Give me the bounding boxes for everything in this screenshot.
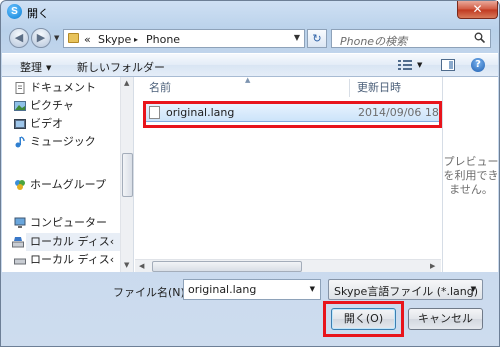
cancel-button[interactable]: キャンセル <box>408 308 483 330</box>
nav-item-label: ビデオ <box>30 117 63 130</box>
nav-item-local-disk-c[interactable]: ローカル ディス‹ <box>12 233 121 251</box>
nav-item-label: コンピューター <box>30 216 107 229</box>
nav-scrollbar[interactable]: ▲ ▼ <box>120 77 133 272</box>
command-bar: 整理 ▼ 新しいフォルダー ▼ ? <box>2 53 498 77</box>
back-button[interactable]: ◀ <box>9 28 29 48</box>
nav-item-label: ピクチャ <box>30 99 74 112</box>
breadcrumb-skype[interactable]: Skype <box>98 33 131 46</box>
preview-pane: プレビュー を利用でき ません。 <box>442 77 499 272</box>
scroll-right-arrow[interactable]: ▶ <box>430 262 435 270</box>
filename-input[interactable]: original.lang ▼ <box>183 279 321 300</box>
nav-item-label: ドキュメント <box>30 81 96 94</box>
close-button[interactable]: ✕ <box>457 1 498 19</box>
view-dropdown[interactable]: ▼ <box>417 61 422 69</box>
window-title: 開く <box>27 7 49 20</box>
preview-pane-icon[interactable] <box>441 59 455 71</box>
breadcrumb-overflow[interactable]: « <box>84 33 91 46</box>
filename-label: ファイル名(N): <box>113 286 189 299</box>
nav-item-label: ミュージック <box>30 135 96 148</box>
nav-item-homegroup[interactable]: ホームグループ <box>15 176 107 194</box>
preview-line: ません。 <box>449 183 493 196</box>
open-file-dialog: S 開く ✕ ◀ ▶ ▼ « Skype ▸ Phone ▼ ↻ Phoneの検… <box>0 0 500 347</box>
homegroup-icon <box>15 180 25 190</box>
filetype-select[interactable]: Skype言語ファイル (*.lang) ▼ <box>328 279 483 300</box>
nav-scroll-thumb[interactable] <box>122 153 133 197</box>
nav-item-videos[interactable]: ビデオ <box>14 115 63 133</box>
organize-label: 整理 <box>20 61 42 74</box>
view-options-icon[interactable] <box>398 59 412 71</box>
scroll-down-arrow[interactable]: ▼ <box>124 261 129 269</box>
scroll-up-arrow[interactable]: ▲ <box>124 79 129 87</box>
forward-button[interactable]: ▶ <box>31 28 51 48</box>
preview-message: プレビュー を利用でき ません。 <box>443 155 499 197</box>
nav-item-documents[interactable]: ドキュメント <box>15 79 96 97</box>
column-header-modified[interactable]: 更新日時 <box>357 77 401 99</box>
search-box[interactable]: Phoneの検索 <box>331 29 491 48</box>
filetype-value: Skype言語ファイル (*.lang) <box>334 285 479 298</box>
music-icon <box>15 136 25 148</box>
filename-value: original.lang <box>188 283 257 296</box>
open-highlight-box <box>323 301 404 337</box>
nav-item-label: ローカル ディス‹ <box>30 235 115 248</box>
filename-dropdown[interactable]: ▼ <box>310 285 315 293</box>
skype-icon: S <box>7 4 22 19</box>
drive-icon <box>14 258 26 265</box>
column-separator[interactable] <box>349 79 350 97</box>
preview-line: プレビュー <box>443 155 499 168</box>
horizontal-scrollbar[interactable]: ◀ ▶ <box>135 259 441 272</box>
folder-icon <box>68 33 79 43</box>
pictures-icon <box>14 101 26 111</box>
recent-pages-dropdown[interactable]: ▼ <box>54 34 59 42</box>
help-icon[interactable]: ? <box>471 58 485 72</box>
organize-button[interactable]: 整理 ▼ <box>20 59 51 75</box>
new-folder-button[interactable]: 新しいフォルダー <box>77 59 165 75</box>
search-icon[interactable] <box>474 32 485 43</box>
filetype-dropdown-icon: ▼ <box>470 285 476 293</box>
videos-icon <box>14 119 26 129</box>
nav-item-pictures[interactable]: ピクチャ <box>14 97 74 115</box>
address-dropdown[interactable]: ▼ <box>294 33 300 42</box>
nav-item-label: ホームグループ <box>30 178 107 191</box>
preview-line: を利用でき <box>443 169 499 182</box>
computer-icon <box>14 217 26 228</box>
search-placeholder: Phoneの検索 <box>340 35 408 48</box>
sort-indicator-icon: ▲ <box>245 76 251 84</box>
column-header-name[interactable]: 名前 <box>149 77 171 99</box>
nav-item-label: ローカル ディス‹ <box>30 253 115 266</box>
title-bar[interactable]: S 開く ✕ <box>1 1 499 23</box>
refresh-button[interactable]: ↻ <box>307 29 327 48</box>
drive-icon <box>12 237 24 248</box>
scroll-left-arrow[interactable]: ◀ <box>139 262 144 270</box>
breadcrumb-phone[interactable]: Phone <box>146 33 180 46</box>
nav-item-music[interactable]: ミュージック <box>15 133 96 151</box>
horizontal-scroll-thumb[interactable] <box>152 261 302 272</box>
file-highlight-box <box>143 101 442 128</box>
documents-icon <box>15 82 25 94</box>
nav-item-local-disk-d[interactable]: ローカル ディス‹ <box>14 251 115 269</box>
nav-item-computer[interactable]: コンピューター <box>14 214 107 232</box>
address-bar[interactable]: « Skype ▸ Phone ▼ <box>63 29 305 48</box>
breadcrumb-separator[interactable]: ▸ <box>134 35 138 44</box>
navigation-pane: ドキュメント ピクチャ ビデオ ミュージック ホームグループ コンピューター ロ… <box>2 77 134 272</box>
